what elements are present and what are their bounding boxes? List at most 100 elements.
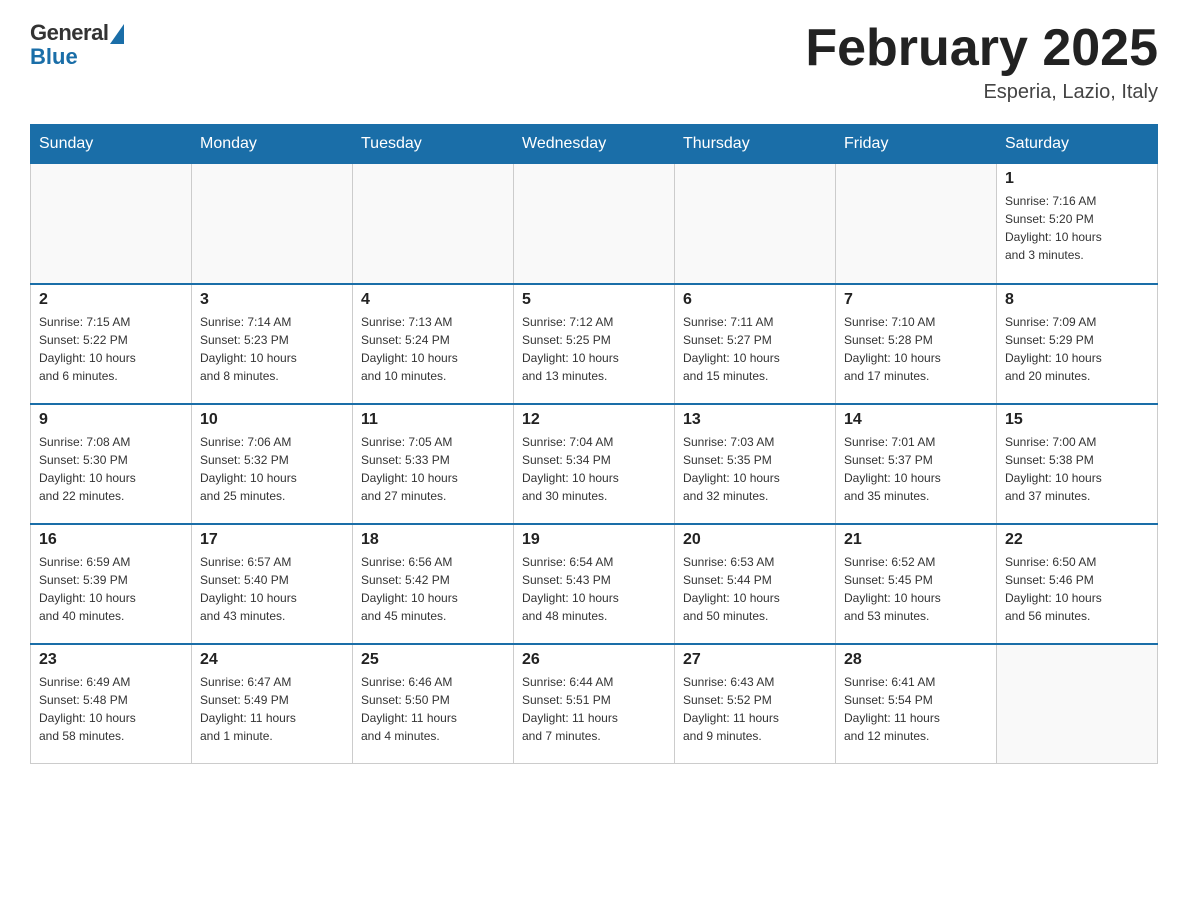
day-info: Sunrise: 6:44 AMSunset: 5:51 PMDaylight:… [522, 673, 666, 745]
calendar-day-cell [31, 164, 192, 284]
calendar-header: SundayMondayTuesdayWednesdayThursdayFrid… [31, 125, 1158, 164]
logo-triangle-icon [110, 24, 124, 44]
day-number: 27 [683, 651, 827, 669]
day-info: Sunrise: 6:50 AMSunset: 5:46 PMDaylight:… [1005, 553, 1149, 625]
calendar-day-cell: 12Sunrise: 7:04 AMSunset: 5:34 PMDayligh… [514, 404, 675, 524]
calendar-day-cell: 18 Sunrise: 6:56 AMSunset: 5:42 PMDayligh… [353, 524, 514, 644]
calendar-week-row: 16Sunrise: 6:59 AMSunset: 5:39 PMDayligh… [31, 524, 1158, 644]
day-number: 11 [361, 411, 505, 429]
day-number: 12 [522, 411, 666, 429]
calendar-day-cell: 19 Sunrise: 6:54 AMSunset: 5:43 PMDayligh… [514, 524, 675, 644]
day-info: Sunrise: 6:43 AMSunset: 5:52 PMDaylight:… [683, 673, 827, 745]
weekday-header-friday: Friday [836, 125, 997, 164]
day-info: Sunrise: 7:08 AMSunset: 5:30 PMDaylight:… [39, 433, 183, 505]
day-number: 19 [522, 531, 666, 549]
calendar-day-cell [192, 164, 353, 284]
calendar-day-cell: 1 Sunrise: 7:16 AMSunset: 5:20 PMDaylight… [997, 164, 1158, 284]
day-number: 21 [844, 531, 988, 549]
day-number: 25 [361, 651, 505, 669]
calendar-day-cell: 10 Sunrise: 7:06 AMSunset: 5:32 PMDayligh… [192, 404, 353, 524]
logo-general-text: General [30, 20, 108, 46]
weekday-header-thursday: Thursday [675, 125, 836, 164]
calendar-day-cell [997, 644, 1158, 764]
calendar-table: SundayMondayTuesdayWednesdayThursdayFrid… [30, 124, 1158, 764]
calendar-body: 1 Sunrise: 7:16 AMSunset: 5:20 PMDaylight… [31, 164, 1158, 764]
calendar-day-cell: 6Sunrise: 7:11 AMSunset: 5:27 PMDaylight… [675, 284, 836, 404]
location: Esperia, Lazio, Italy [805, 81, 1158, 104]
day-info: Sunrise: 7:14 AMSunset: 5:23 PMDaylight:… [200, 313, 344, 385]
day-info: Sunrise: 7:03 AMSunset: 5:35 PMDaylight:… [683, 433, 827, 505]
calendar-week-row: 1 Sunrise: 7:16 AMSunset: 5:20 PMDaylight… [31, 164, 1158, 284]
day-info: Sunrise: 7:11 AMSunset: 5:27 PMDaylight:… [683, 313, 827, 385]
day-info: Sunrise: 6:47 AMSunset: 5:49 PMDaylight:… [200, 673, 344, 745]
day-number: 9 [39, 411, 183, 429]
calendar-day-cell: 28 Sunrise: 6:41 AMSunset: 5:54 PMDayligh… [836, 644, 997, 764]
day-number: 24 [200, 651, 344, 669]
day-info: Sunrise: 6:53 AMSunset: 5:44 PMDaylight:… [683, 553, 827, 625]
calendar-day-cell [514, 164, 675, 284]
day-number: 15 [1005, 411, 1149, 429]
day-number: 10 [200, 411, 344, 429]
page-header: General Blue February 2025 Esperia, Lazi… [30, 20, 1158, 104]
calendar-day-cell: 20Sunrise: 6:53 AMSunset: 5:44 PMDayligh… [675, 524, 836, 644]
calendar-day-cell: 21 Sunrise: 6:52 AMSunset: 5:45 PMDayligh… [836, 524, 997, 644]
calendar-day-cell [675, 164, 836, 284]
day-number: 13 [683, 411, 827, 429]
calendar-day-cell: 26 Sunrise: 6:44 AMSunset: 5:51 PMDayligh… [514, 644, 675, 764]
day-number: 28 [844, 651, 988, 669]
day-info: Sunrise: 7:16 AMSunset: 5:20 PMDaylight:… [1005, 192, 1149, 264]
month-title: February 2025 [805, 20, 1158, 77]
weekday-header-row: SundayMondayTuesdayWednesdayThursdayFrid… [31, 125, 1158, 164]
calendar-week-row: 9 Sunrise: 7:08 AMSunset: 5:30 PMDaylight… [31, 404, 1158, 524]
day-number: 18 [361, 531, 505, 549]
calendar-day-cell: 5Sunrise: 7:12 AMSunset: 5:25 PMDaylight… [514, 284, 675, 404]
day-number: 5 [522, 291, 666, 309]
calendar-day-cell: 27 Sunrise: 6:43 AMSunset: 5:52 PMDayligh… [675, 644, 836, 764]
day-info: Sunrise: 7:06 AMSunset: 5:32 PMDaylight:… [200, 433, 344, 505]
day-info: Sunrise: 7:10 AMSunset: 5:28 PMDaylight:… [844, 313, 988, 385]
calendar-day-cell: 16Sunrise: 6:59 AMSunset: 5:39 PMDayligh… [31, 524, 192, 644]
title-section: February 2025 Esperia, Lazio, Italy [805, 20, 1158, 104]
calendar-day-cell: 15 Sunrise: 7:00 AMSunset: 5:38 PMDayligh… [997, 404, 1158, 524]
calendar-day-cell: 3 Sunrise: 7:14 AMSunset: 5:23 PMDaylight… [192, 284, 353, 404]
weekday-header-monday: Monday [192, 125, 353, 164]
day-number: 22 [1005, 531, 1149, 549]
day-number: 17 [200, 531, 344, 549]
day-number: 1 [1005, 170, 1149, 188]
day-info: Sunrise: 6:56 AMSunset: 5:42 PMDaylight:… [361, 553, 505, 625]
day-number: 7 [844, 291, 988, 309]
calendar-day-cell [353, 164, 514, 284]
day-info: Sunrise: 6:52 AMSunset: 5:45 PMDaylight:… [844, 553, 988, 625]
calendar-day-cell: 2Sunrise: 7:15 AMSunset: 5:22 PMDaylight… [31, 284, 192, 404]
calendar-day-cell: 23 Sunrise: 6:49 AMSunset: 5:48 PMDayligh… [31, 644, 192, 764]
day-number: 4 [361, 291, 505, 309]
calendar-week-row: 2Sunrise: 7:15 AMSunset: 5:22 PMDaylight… [31, 284, 1158, 404]
day-number: 16 [39, 531, 183, 549]
calendar-day-cell: 4Sunrise: 7:13 AMSunset: 5:24 PMDaylight… [353, 284, 514, 404]
day-number: 3 [200, 291, 344, 309]
calendar-day-cell: 14 Sunrise: 7:01 AMSunset: 5:37 PMDayligh… [836, 404, 997, 524]
weekday-header-sunday: Sunday [31, 125, 192, 164]
calendar-day-cell: 25 Sunrise: 6:46 AMSunset: 5:50 PMDayligh… [353, 644, 514, 764]
logo: General Blue [30, 20, 124, 70]
day-info: Sunrise: 6:54 AMSunset: 5:43 PMDaylight:… [522, 553, 666, 625]
day-info: Sunrise: 7:15 AMSunset: 5:22 PMDaylight:… [39, 313, 183, 385]
day-info: Sunrise: 6:46 AMSunset: 5:50 PMDaylight:… [361, 673, 505, 745]
calendar-day-cell: 9 Sunrise: 7:08 AMSunset: 5:30 PMDaylight… [31, 404, 192, 524]
weekday-header-wednesday: Wednesday [514, 125, 675, 164]
calendar-day-cell: 11Sunrise: 7:05 AMSunset: 5:33 PMDayligh… [353, 404, 514, 524]
calendar-day-cell: 13 Sunrise: 7:03 AMSunset: 5:35 PMDayligh… [675, 404, 836, 524]
day-info: Sunrise: 7:00 AMSunset: 5:38 PMDaylight:… [1005, 433, 1149, 505]
day-number: 26 [522, 651, 666, 669]
day-info: Sunrise: 6:41 AMSunset: 5:54 PMDaylight:… [844, 673, 988, 745]
day-number: 23 [39, 651, 183, 669]
calendar-day-cell: 24 Sunrise: 6:47 AMSunset: 5:49 PMDayligh… [192, 644, 353, 764]
day-info: Sunrise: 7:01 AMSunset: 5:37 PMDaylight:… [844, 433, 988, 505]
day-info: Sunrise: 6:49 AMSunset: 5:48 PMDaylight:… [39, 673, 183, 745]
calendar-day-cell: 8Sunrise: 7:09 AMSunset: 5:29 PMDaylight… [997, 284, 1158, 404]
calendar-day-cell: 7 Sunrise: 7:10 AMSunset: 5:28 PMDaylight… [836, 284, 997, 404]
day-number: 14 [844, 411, 988, 429]
day-info: Sunrise: 7:09 AMSunset: 5:29 PMDaylight:… [1005, 313, 1149, 385]
calendar-week-row: 23 Sunrise: 6:49 AMSunset: 5:48 PMDayligh… [31, 644, 1158, 764]
calendar-day-cell: 22 Sunrise: 6:50 AMSunset: 5:46 PMDayligh… [997, 524, 1158, 644]
